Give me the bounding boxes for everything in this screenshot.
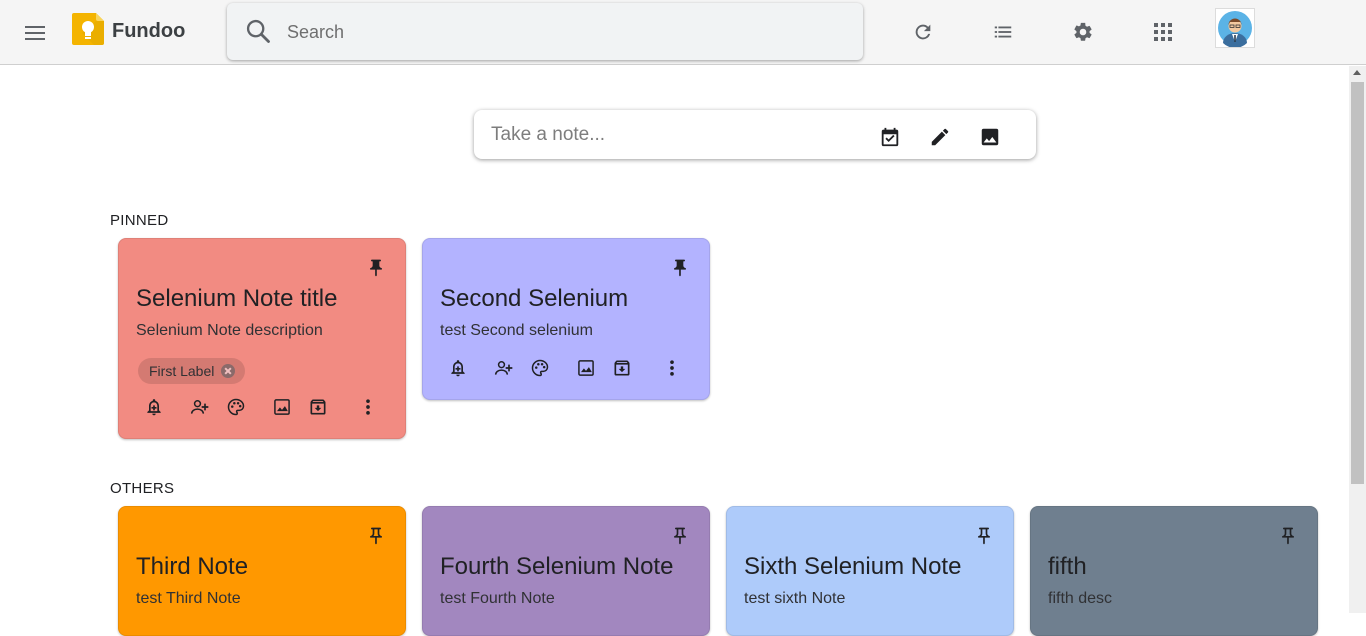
avatar[interactable] [1215,8,1255,48]
note-card[interactable]: Third Note test Third Note [118,506,406,636]
more-vertical-icon[interactable] [356,395,380,419]
bell-plus-icon[interactable] [142,395,166,419]
top-app-bar: Fundoo [0,0,1366,65]
pinned-section-label: PINNED [110,212,169,229]
more-vertical-icon[interactable] [660,356,684,380]
image-icon[interactable] [978,125,1002,149]
search-icon[interactable] [244,17,272,45]
pin-filled-icon[interactable] [670,257,690,279]
hamburger-menu-icon[interactable] [22,19,50,47]
list-view-icon[interactable] [989,18,1017,46]
search-bar [227,3,863,60]
note-title: fifth [1048,553,1087,580]
scroll-up-arrow-icon[interactable] [1353,70,1361,75]
note-title: Sixth Selenium Note [744,553,962,580]
person-add-icon[interactable] [492,356,516,380]
pin-outline-icon[interactable] [366,525,386,547]
person-add-icon[interactable] [188,395,212,419]
apps-grid-icon[interactable] [1149,18,1177,46]
note-description: test Second selenium [440,322,593,339]
image-icon[interactable] [270,395,294,419]
note-actions [423,356,709,382]
note-card[interactable]: fifth fifth desc [1030,506,1318,636]
note-title: Second Selenium [440,285,629,312]
image-icon[interactable] [574,356,598,380]
checkbox-calendar-icon[interactable] [878,125,902,149]
app-title: Fundoo [112,20,186,42]
lightbulb-logo-icon [72,13,104,45]
note-description: Selenium Note description [136,322,323,339]
note-description: test Fourth Note [440,590,555,607]
note-title: Fourth Selenium Note [440,553,674,580]
note-title: Third Note [136,553,249,580]
pin-outline-icon[interactable] [1278,525,1298,547]
refresh-icon[interactable] [909,18,937,46]
gear-icon[interactable] [1069,18,1097,46]
vertical-scrollbar[interactable] [1349,66,1366,613]
archive-icon[interactable] [610,356,634,380]
note-card[interactable]: Selenium Note title Selenium Note descri… [118,238,406,439]
palette-icon[interactable] [224,395,248,419]
take-note-input[interactable] [491,122,851,148]
label-chip-text: First Label [149,363,215,379]
note-title: Selenium Note title [136,285,338,312]
remove-label-icon[interactable] [221,364,236,378]
palette-icon[interactable] [528,356,552,380]
note-description: test sixth Note [744,590,846,607]
scroll-thumb[interactable] [1351,82,1364,484]
note-description: fifth desc [1048,590,1113,607]
search-input[interactable] [287,18,847,46]
pin-outline-icon[interactable] [974,525,994,547]
label-chip[interactable]: First Label [138,358,246,384]
bell-plus-icon[interactable] [446,356,470,380]
note-description: test Third Note [136,590,241,607]
note-actions [119,395,405,421]
note-card[interactable]: Fourth Selenium Note test Fourth Note [422,506,710,636]
pencil-icon[interactable] [928,125,952,149]
archive-icon[interactable] [306,395,330,419]
note-card[interactable]: Sixth Selenium Note test sixth Note [726,506,1014,636]
pin-filled-icon[interactable] [366,257,386,279]
take-note-bar[interactable] [474,110,1036,159]
note-card[interactable]: Second Selenium test Second selenium [422,238,710,400]
pin-outline-icon[interactable] [670,525,690,547]
others-section-label: OTHERS [110,480,175,497]
